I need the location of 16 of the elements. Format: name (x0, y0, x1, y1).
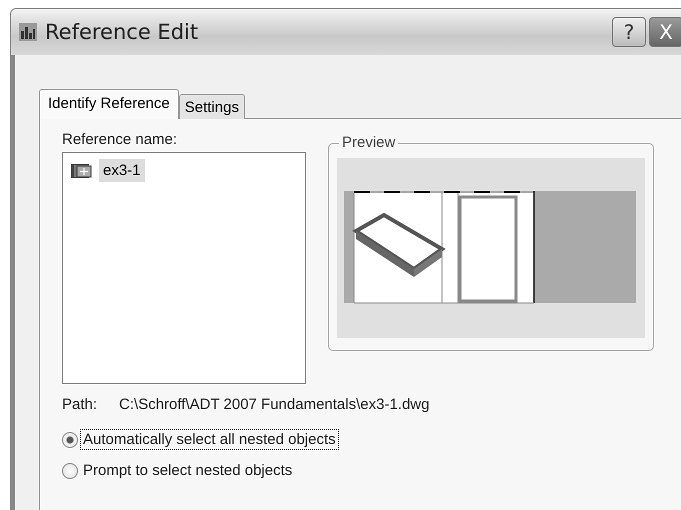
tab[interactable]: Identify Reference (39, 89, 179, 119)
radio-button[interactable] (62, 432, 78, 448)
close-button[interactable]: X (649, 17, 681, 47)
drawing-reference-icon (71, 162, 93, 180)
reference-list[interactable]: ex3-1 (62, 152, 306, 384)
field-label: Reference name: (62, 131, 178, 148)
tab[interactable]: Settings (178, 94, 245, 119)
app-icon (19, 23, 37, 41)
option-label[interactable]: Prompt to select nested objects (80, 460, 296, 481)
radio-button[interactable] (62, 462, 78, 478)
window-title: Reference Edit (45, 20, 198, 44)
list-item[interactable]: ex3-1 (99, 159, 145, 182)
path-label: Path: (62, 396, 98, 413)
help-button[interactable]: ? (612, 17, 646, 47)
option-label[interactable]: Automatically select all nested objects (80, 429, 339, 450)
path-value: C:\Schroff\ADT 2007 Fundamentals\ex3-1.dwg (119, 396, 430, 413)
